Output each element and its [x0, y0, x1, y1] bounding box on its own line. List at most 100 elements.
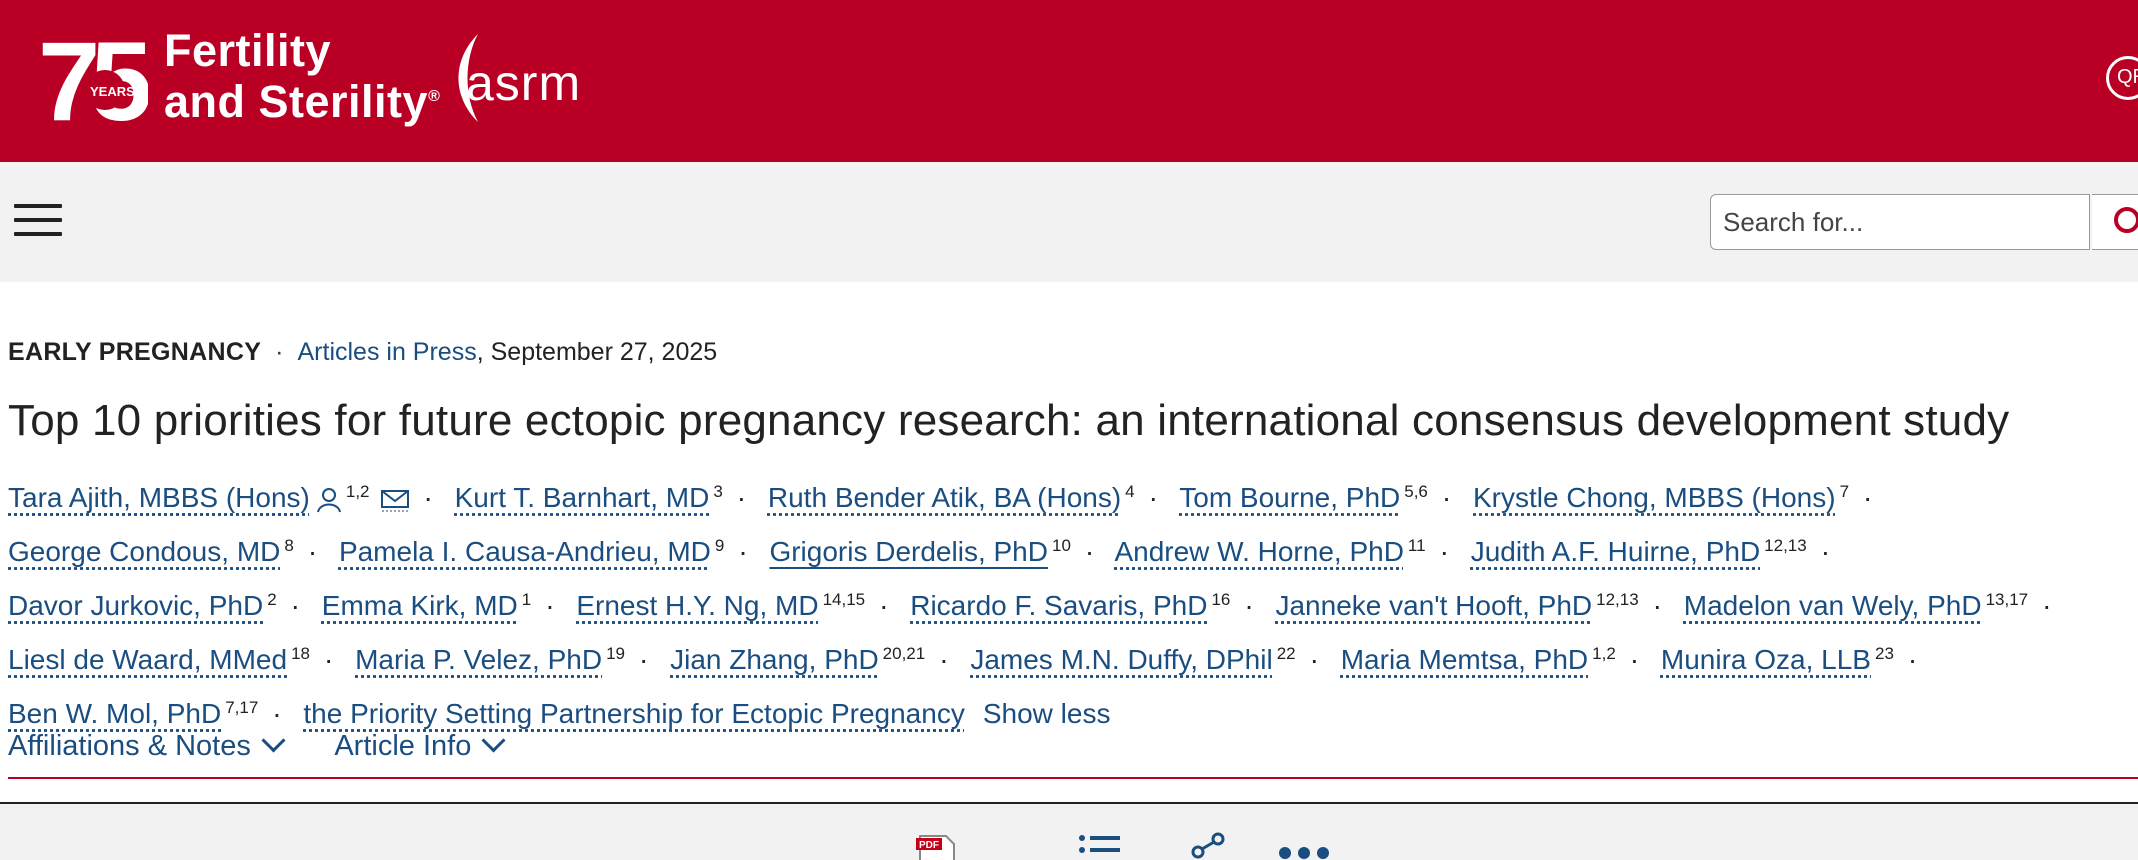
separator-dot: · [272, 698, 282, 729]
separator-dot: · [1820, 536, 1831, 567]
journal-name[interactable]: Fertility and Sterility® [164, 28, 440, 125]
author-link[interactable]: Krystle Chong, MBBS (Hons) [1473, 482, 1836, 513]
affiliation-number: 14,15 [822, 590, 866, 609]
chevron-down-icon [481, 728, 506, 753]
journal-name-line1: Fertility [164, 25, 332, 76]
author-link[interactable]: Andrew W. Horne, PhD [1114, 536, 1403, 567]
pdf-icon[interactable]: PDF [916, 834, 958, 860]
author-link[interactable]: Judith A.F. Huirne, PhD [1471, 536, 1760, 567]
email-icon[interactable] [380, 487, 410, 513]
affiliation-number: 22 [1276, 644, 1296, 663]
separator-dot: · [879, 590, 889, 621]
affiliation-number: 19 [606, 644, 625, 663]
affiliation-number: 9 [714, 536, 725, 555]
author-link[interactable]: George Condous, MD [8, 536, 280, 567]
affiliation-number: 13,17 [1985, 590, 2029, 609]
author-link[interactable]: Ricardo F. Savaris, PhD [910, 590, 1207, 621]
affiliation-number: 4 [1125, 482, 1135, 501]
nav-bar [0, 162, 2138, 282]
article-section: EARLY PREGNANCY [8, 338, 262, 366]
separator-dot: · [1863, 482, 1873, 513]
search-input[interactable] [1710, 194, 2090, 250]
separator-dot: · [1652, 590, 1662, 621]
author-link[interactable]: Ernest H.Y. Ng, MD [576, 590, 818, 621]
author-link[interactable]: Madelon van Wely, PhD [1684, 590, 1982, 621]
separator-dot: · [736, 482, 747, 513]
affiliation-number: 1 [521, 590, 532, 609]
author-link[interactable]: Jian Zhang, PhD [670, 644, 879, 675]
author-list: Tara Ajith, MBBS (Hons) 1,2 · Kurt T. Barn… [8, 468, 2128, 738]
separator-dot: · [1244, 590, 1254, 621]
article-toolbar: PDF [0, 804, 2138, 860]
author-link[interactable]: Liesl de Waard, MMed [8, 644, 287, 675]
person-icon[interactable] [316, 487, 342, 513]
author-link[interactable]: Grigoris Derdelis, PhD [769, 536, 1048, 567]
asrm-logo-text: asrm [466, 55, 582, 111]
separator-dot: · [307, 536, 318, 567]
separator-dot: · [275, 338, 284, 366]
separator-dot: · [1907, 644, 1918, 675]
author-link[interactable]: Tara Ajith, MBBS (Hons) [8, 482, 310, 513]
show-less-button[interactable]: Show less [983, 698, 1111, 729]
separator-dot: · [738, 536, 748, 567]
separator-dot: · [638, 644, 649, 675]
separator-dot: · [545, 590, 555, 621]
share-icon[interactable] [1190, 832, 1226, 860]
hamburger-menu-icon[interactable] [14, 204, 62, 240]
tab-label: Article Info [334, 730, 472, 762]
journal-name-line2: and Sterility [164, 76, 429, 127]
trademark: ® [428, 88, 441, 105]
search-button[interactable] [2092, 194, 2138, 250]
affiliation-number: 10 [1051, 536, 1071, 555]
article-meta: EARLY PREGNANCY · Articles in Press, Septe… [8, 338, 717, 367]
affiliation-number: 11 [1407, 536, 1426, 555]
separator-dot: · [290, 590, 300, 621]
author-link[interactable]: Davor Jurkovic, PhD [8, 590, 263, 621]
tab-affiliations-notes[interactable]: Affiliations & Notes [8, 728, 286, 762]
author-link[interactable]: Maria P. Velez, PhD [355, 644, 602, 675]
author-link[interactable]: Janneke van't Hooft, PhD [1275, 590, 1592, 621]
pdf-label: PDF [919, 840, 939, 851]
author-link[interactable]: Pamela I. Causa-Andrieu, MD [339, 536, 711, 567]
separator-dot: · [1439, 536, 1449, 567]
affiliation-number: 3 [713, 482, 723, 501]
affiliation-number: 7 [1839, 482, 1850, 501]
affiliation-number: 7,17 [225, 698, 259, 717]
affiliation-number: 12,13 [1596, 590, 1639, 609]
separator-dot: · [324, 644, 334, 675]
affiliation-number: 5,6 [1404, 482, 1428, 501]
affiliation-number: 18 [291, 644, 310, 663]
more-icon[interactable] [1278, 846, 1330, 860]
author-link[interactable]: Ben W. Mol, PhD [8, 698, 221, 729]
author-link[interactable]: Kurt T. Barnhart, MD [455, 482, 710, 513]
author-link[interactable]: Tom Bourne, PhD [1179, 482, 1400, 513]
author-link[interactable]: Munira Oza, LLB [1661, 644, 1871, 675]
author-link[interactable]: Maria Memtsa, PhD [1341, 644, 1588, 675]
affiliation-number: 23 [1875, 644, 1894, 663]
author-link[interactable]: James M.N. Duffy, DPhil [970, 644, 1272, 675]
affiliation-number: 1,2 [1592, 644, 1616, 663]
tab-label: Affiliations & Notes [8, 730, 251, 762]
author-link[interactable]: Ruth Bender Atik, BA (Hons) [768, 482, 1121, 513]
separator-dot: · [1629, 644, 1640, 675]
separator-dot: · [2042, 590, 2052, 621]
separator-dot: · [1309, 644, 1319, 675]
group-author-link[interactable]: the Priority Setting Partnership for Ect… [303, 698, 964, 729]
qr-label: QR [2117, 66, 2138, 88]
author-link[interactable]: Emma Kirk, MD [322, 590, 518, 621]
separator-dot: · [1148, 482, 1158, 513]
outline-list-icon[interactable] [1078, 834, 1122, 860]
article-title: Top 10 priorities for future ectopic pre… [8, 396, 2010, 445]
separator-dot: · [423, 482, 433, 513]
qr-icon[interactable]: QR [2106, 56, 2138, 100]
article-date: , September 27, 2025 [476, 338, 718, 366]
articles-in-press-link[interactable]: Articles in Press [298, 338, 477, 366]
affiliation-number: 1,2 [345, 482, 370, 501]
tab-article-info[interactable]: Article Info [334, 728, 506, 762]
chevron-down-icon [261, 728, 286, 753]
75-years-logo[interactable]: 75 YEARS [38, 24, 148, 132]
affiliation-number: 8 [284, 536, 294, 555]
affiliation-number: 20,21 [882, 644, 926, 663]
search-icon [2114, 207, 2138, 233]
article-tabs: Affiliations & Notes Article Info [8, 728, 548, 763]
